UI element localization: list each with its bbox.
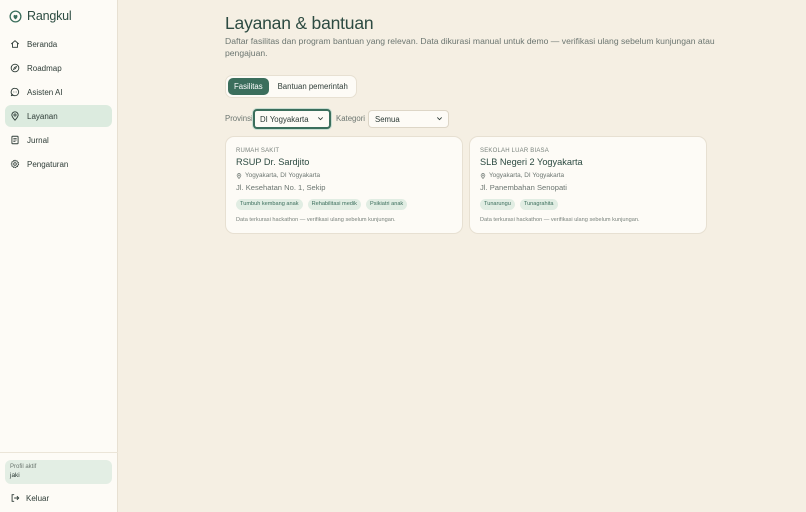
brand[interactable]: Rangkul [9,9,72,23]
map-pin-icon [236,172,242,179]
chat-icon [10,87,20,97]
sidebar-nav: Beranda Roadmap Asisten AI Layanan Jurna… [5,33,112,177]
sidebar-item-label: Jurnal [27,135,49,145]
service-tag: Tunarungu [480,199,515,210]
category-label: Kategori [336,114,366,123]
tab-switcher: Fasilitas Bantuan pemerintah [225,75,357,98]
facility-kind: RUMAH SAKIT [236,148,280,154]
app-name: Rangkul [27,9,72,23]
sidebar-item-jurnal[interactable]: Jurnal [5,129,112,151]
facility-address: Jl. Panembahan Senopati [480,183,567,192]
facility-tags: Tunarungu Tunagrahita [480,199,696,210]
facility-note: Data terkurasi hackathon — verifikasi ul… [480,217,640,223]
service-tag: Tumbuh kembang anak [236,199,303,210]
category-value: Semua [375,114,400,124]
category-select[interactable]: Semua [368,110,449,128]
facility-name: SLB Negeri 2 Yogyakarta [480,157,583,167]
sidebar-item-roadmap[interactable]: Roadmap [5,57,112,79]
location-text: Yogyakarta, DI Yogyakarta [245,172,321,179]
facility-card[interactable]: RUMAH SAKIT RSUP Dr. Sardjito Yogyakarta… [225,136,463,234]
home-icon [10,40,20,48]
facility-kind: SEKOLAH LUAR BIASA [480,148,549,154]
province-label: Provinsi [225,114,253,123]
facility-name: RSUP Dr. Sardjito [236,157,310,167]
service-tag: Rehabilitasi medik [307,199,361,210]
service-tag: Psikiatri anak [365,199,408,210]
chevron-down-icon [437,117,442,121]
heart-leaf-logo-icon [9,9,22,23]
profile-caption: Profil aktif [10,464,37,470]
facility-tags: Tumbuh kembang anak Rehabilitasi medik P… [236,199,452,210]
sidebar-item-label: Layanan [27,111,58,121]
sidebar-item-label: Asisten AI [27,87,63,97]
logout-icon [11,494,20,502]
sidebar-item-label: Roadmap [27,63,62,73]
active-profile-card[interactable]: Profil aktif jaki [5,460,112,484]
logout-button[interactable]: Keluar [10,493,49,503]
service-tag: Tunagrahita [519,199,558,210]
page-title: Layanan & bantuan [225,13,374,33]
profile-name: jaki [10,472,20,479]
page-subtitle: Daftar fasilitas dan program bantuan yan… [225,36,715,58]
sidebar-item-asisten-ai[interactable]: Asisten AI [5,81,112,103]
sidebar-divider [0,452,118,453]
facility-note: Data terkurasi hackathon — verifikasi ul… [236,217,396,223]
facility-address: Jl. Kesehatan No. 1, Sekip [236,183,326,192]
map-pin-icon [11,111,19,121]
journal-icon [11,135,19,145]
facility-card[interactable]: SEKOLAH LUAR BIASA SLB Negeri 2 Yogyakar… [469,136,707,234]
sidebar-item-beranda[interactable]: Beranda [5,33,112,55]
province-value: DI Yogyakarta [260,114,309,124]
sidebar-item-pengaturan[interactable]: Pengaturan [5,153,112,175]
sidebar-item-layanan[interactable]: Layanan [5,105,112,127]
facility-location: Yogyakarta, DI Yogyakarta [236,171,452,180]
sidebar: Rangkul Beranda Roadmap Asisten AI Layan… [0,0,118,512]
gear-icon [10,159,20,169]
tab-fasilitas[interactable]: Fasilitas [228,78,269,95]
province-select[interactable]: DI Yogyakarta [253,109,331,129]
location-text: Yogyakarta, DI Yogyakarta [489,172,565,179]
facility-location: Yogyakarta, DI Yogyakarta [480,171,696,180]
map-pin-icon [480,172,486,179]
sidebar-item-label: Beranda [27,39,58,49]
logout-label: Keluar [26,493,50,503]
tab-bantuan-pemerintah[interactable]: Bantuan pemerintah [272,78,354,95]
chevron-down-icon [318,117,323,121]
sidebar-item-label: Pengaturan [27,159,69,169]
compass-icon [10,63,20,73]
